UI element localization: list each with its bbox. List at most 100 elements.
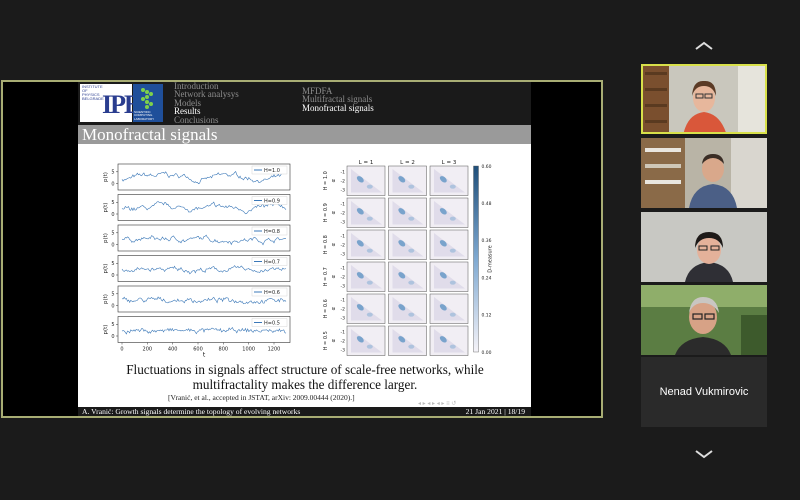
heatmap-peak <box>366 248 373 253</box>
y-tick-label: -2 <box>341 211 346 217</box>
y-axis-label: p(t) <box>103 203 109 213</box>
footer-date-page: 21 Jan 2021 | 18/19 <box>465 407 525 416</box>
x-tick-label: 200 <box>143 347 153 353</box>
y-axis-label: α <box>331 306 337 310</box>
participant-tile-2[interactable] <box>641 138 767 208</box>
y-tick-label: -1 <box>341 202 346 208</box>
legend-label: H=1.0 <box>264 168 280 174</box>
heatmap-peak <box>449 312 456 317</box>
x-tick-label: 400 <box>168 347 178 353</box>
y-tick-label: 0 <box>111 212 114 218</box>
row-label: H = 1.0 <box>323 171 329 190</box>
y-tick-label: -1 <box>341 234 346 240</box>
heatmap-peak <box>449 216 456 221</box>
y-tick-label: -3 <box>341 219 346 225</box>
colorbar-tick-label: 0.48 <box>482 201 492 207</box>
heatmap-peak <box>408 184 415 189</box>
presentation-slide: INSTITUTE OF PHYSICS BELGRADE IPB SCIENT… <box>78 82 531 416</box>
nav-sections: Introduction Network analysys Models Res… <box>174 82 239 124</box>
y-axis-label: α <box>331 178 337 182</box>
heatmap-peak <box>408 344 415 349</box>
legend-label: H=0.9 <box>264 199 280 205</box>
y-tick-label: -3 <box>341 251 346 257</box>
column-title: L = 2 <box>400 160 415 166</box>
participant-video-2 <box>641 138 767 208</box>
heatmap-peak <box>449 248 456 253</box>
y-tick-label: -3 <box>341 347 346 353</box>
participant-tile-4[interactable] <box>641 285 767 355</box>
y-tick-label: -2 <box>341 275 346 281</box>
row-label: H = 0.6 <box>323 299 329 318</box>
heatmap-peak <box>449 344 456 349</box>
participant-video-3 <box>641 212 767 282</box>
x-tick-label: 600 <box>193 347 203 353</box>
heatmap-peak <box>408 312 415 317</box>
y-axis-label: α <box>331 338 337 342</box>
heatmap-peak <box>449 280 456 285</box>
y-tick-label: 0 <box>111 334 114 340</box>
scl-logo: SCIENTIFIC COMPUTING LABORATORY <box>133 84 163 122</box>
legend-label: H=0.7 <box>264 260 280 266</box>
y-tick-label: -3 <box>341 315 346 321</box>
row-label: H = 0.5 <box>323 331 329 350</box>
column-title: L = 1 <box>359 160 374 166</box>
legend-label: H=0.5 <box>264 321 280 327</box>
heatmap-peak <box>366 184 373 189</box>
heatmap-panel: L = 1L = 2L = 3H = 1.0 α-1-2-3H = 0.9 α-1-… <box>323 160 494 356</box>
y-axis-label: α <box>331 274 337 278</box>
x-tick-label: 0 <box>120 347 123 353</box>
y-axis-label: p(t) <box>103 233 109 243</box>
colorbar-tick-label: 0.24 <box>482 275 492 281</box>
x-tick-label: 1000 <box>242 347 255 353</box>
y-axis-label: p(t) <box>103 264 109 274</box>
colorbar-label: D-measure <box>488 245 494 272</box>
y-axis-label: p(t) <box>103 325 109 335</box>
y-tick-label: -2 <box>341 339 346 345</box>
y-tick-label: -1 <box>341 298 346 304</box>
colorbar-tick-label: 0.60 <box>482 164 492 170</box>
y-tick-label: -2 <box>341 307 346 313</box>
participant-tile-5[interactable]: Nenad Vukmirovic <box>641 357 767 427</box>
y-tick-label: 5 <box>111 170 114 176</box>
y-tick-label: 5 <box>111 200 114 206</box>
legend-label: H=0.6 <box>264 290 280 296</box>
chevron-down-icon[interactable] <box>690 446 718 462</box>
slide-title: Monofractal signals <box>82 125 218 144</box>
y-tick-label: 5 <box>111 292 114 298</box>
y-tick-label: -3 <box>341 283 346 289</box>
heatmap-peak <box>408 280 415 285</box>
footer-author-title: A. Vranić: Growth signals determine the … <box>82 407 301 416</box>
slide-caption: Fluctuations in signals affect structure… <box>126 362 484 392</box>
chevron-up-icon[interactable] <box>690 38 718 54</box>
y-tick-label: -1 <box>341 266 346 272</box>
beamer-nav-icons[interactable]: ◂ ▸ ◂ ▸ ◂ ▸ ≡ ↺ <box>418 400 456 407</box>
nav-subsections: MFDFA Multifractal signals Monofractal s… <box>302 86 374 112</box>
nav-section-item[interactable]: Conclusions <box>174 115 239 124</box>
heatmap-peak <box>366 280 373 285</box>
slide-header: INSTITUTE OF PHYSICS BELGRADE IPB SCIENT… <box>78 82 531 125</box>
nav-subsection-item-active[interactable]: Monofractal signals <box>302 103 374 112</box>
y-axis-label: p(t) <box>103 294 109 304</box>
participant-tile-1[interactable] <box>641 64 767 134</box>
heatmap-peak <box>408 248 415 253</box>
heatmap-peak <box>366 344 373 349</box>
row-label: H = 0.9 <box>323 203 329 222</box>
heatmap-peak <box>366 312 373 317</box>
y-tick-label: -3 <box>341 187 346 193</box>
column-title: L = 3 <box>442 160 457 166</box>
x-tick-label: 800 <box>219 347 229 353</box>
row-label: H = 0.8 <box>323 235 329 254</box>
time-series-panel: 50p(t)H=1.050p(t)H=0.950p(t)H=0.850p(t)H… <box>103 163 291 358</box>
y-axis-label: α <box>331 210 337 214</box>
slide-title-bar: Monofractal signals <box>78 125 531 144</box>
legend-label: H=0.8 <box>264 229 280 235</box>
y-tick-label: 5 <box>111 231 114 237</box>
heatmap-peak <box>366 216 373 221</box>
y-tick-label: 0 <box>111 303 114 309</box>
y-tick-label: 0 <box>111 273 114 279</box>
participant-name: Nenad Vukmirovic <box>659 386 749 398</box>
y-tick-label: -2 <box>341 179 346 185</box>
slide-footer: A. Vranić: Growth signals determine the … <box>78 407 531 416</box>
y-tick-label: -1 <box>341 170 346 176</box>
participant-tile-3[interactable] <box>641 212 767 282</box>
